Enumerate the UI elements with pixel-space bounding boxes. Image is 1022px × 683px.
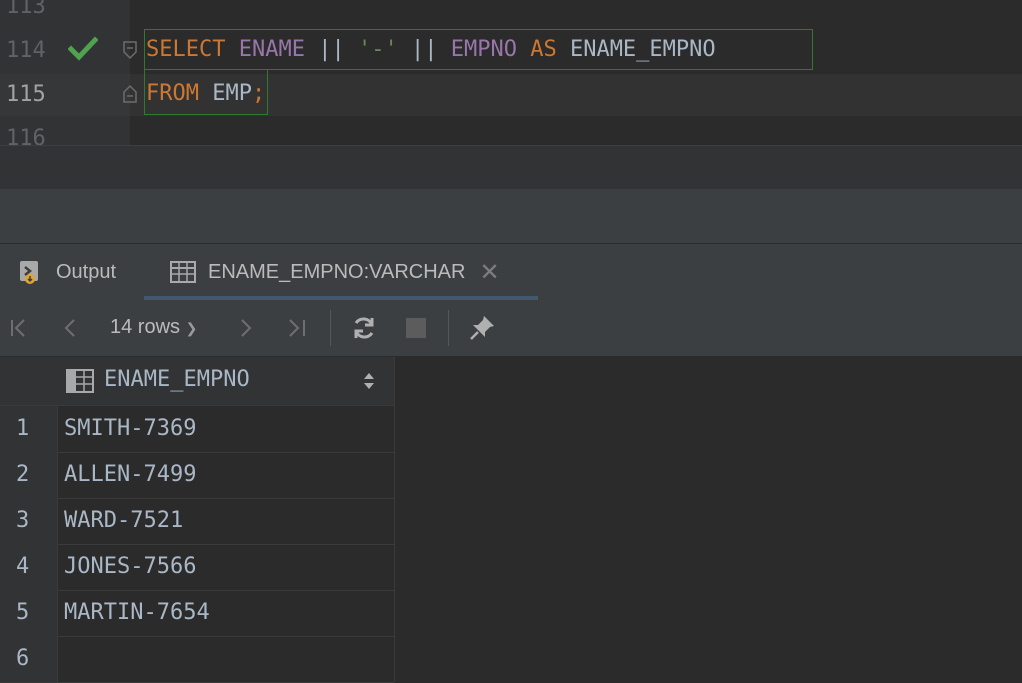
results-toolbar: 14 rows ❯ (0, 300, 1022, 357)
row-number-cell[interactable]: 4 (0, 544, 58, 590)
output-console-icon (20, 261, 38, 284)
table-row[interactable]: 6 (0, 636, 395, 683)
data-cell[interactable]: JONES-7566 (58, 544, 395, 590)
tab-output-label: Output (56, 260, 117, 283)
cell-value: MARTIN-7654 (64, 600, 210, 625)
table-row[interactable]: 1 SMITH-7369 (0, 406, 395, 453)
row-number: 4 (16, 554, 30, 579)
sort-icon[interactable] (362, 371, 376, 391)
column-header-label: ENAME_EMPNO (104, 367, 250, 392)
row-number: 5 (16, 600, 30, 625)
stop-icon[interactable] (402, 314, 430, 342)
table-row[interactable]: 4 JONES-7566 (0, 544, 395, 591)
previous-page-icon[interactable] (56, 314, 84, 342)
row-number-cell[interactable]: 1 (0, 406, 58, 452)
row-count-label: 14 rows (110, 316, 181, 338)
cell-value: WARD-7521 (64, 508, 184, 533)
refresh-icon[interactable] (350, 314, 378, 342)
sql-editor[interactable]: 113 114 115 116 SELECT ENAME || '-' || E… (0, 0, 1022, 145)
result-grid: ENAME_EMPNO 1 SMITH-7369 2 ALLEN-7499 3 … (0, 357, 1022, 683)
line-number: 115 (6, 82, 46, 107)
data-cell[interactable]: SMITH-7369 (58, 406, 395, 452)
checkmark-icon (68, 36, 98, 61)
row-number-cell[interactable]: 2 (0, 452, 58, 498)
statement-highlight-box (144, 70, 268, 115)
line-number: 114 (6, 38, 46, 63)
results-tab-bar: Output ENAME_EMPNO:VARCHAR ✕ (0, 244, 1022, 301)
fold-end-icon[interactable] (122, 84, 138, 104)
toolbar-separator (330, 310, 331, 346)
table-row[interactable]: 5 MARTIN-7654 (0, 590, 395, 637)
row-header-corner[interactable] (0, 357, 59, 406)
row-number: 3 (16, 508, 30, 533)
line-number: 113 (6, 0, 46, 19)
statement-highlight-box (144, 29, 813, 70)
chevron-down-icon: ❯ (185, 320, 198, 336)
table-row[interactable]: 2 ALLEN-7499 (0, 452, 395, 499)
line-number: 116 (6, 126, 46, 145)
last-page-icon[interactable] (282, 314, 310, 342)
row-number-cell[interactable]: 3 (0, 498, 58, 544)
tab-result-label: ENAME_EMPNO:VARCHAR (208, 260, 466, 283)
row-count-dropdown[interactable]: 14 rows ❯ (110, 316, 197, 339)
row-number: 2 (16, 462, 30, 487)
data-cell[interactable]: MARTIN-7654 (58, 590, 395, 636)
row-number: 6 (16, 646, 30, 671)
close-icon[interactable]: ✕ (479, 258, 499, 287)
column-header[interactable]: ENAME_EMPNO (58, 357, 395, 406)
panel-splitter[interactable] (0, 189, 1022, 244)
tab-output[interactable]: Output (18, 244, 116, 300)
cell-value: JONES-7566 (64, 554, 197, 579)
data-cell[interactable]: ALLEN-7499 (58, 452, 395, 498)
cell-value: SMITH-7369 (64, 416, 197, 441)
editor-bottom-strip (0, 145, 1022, 190)
editor-gutter (0, 0, 130, 145)
data-cell[interactable] (58, 636, 395, 682)
table-icon (170, 261, 196, 283)
row-number-cell[interactable]: 6 (0, 636, 58, 682)
pin-icon[interactable] (468, 314, 496, 342)
table-row[interactable]: 3 WARD-7521 (0, 498, 395, 545)
tab-result-set[interactable]: ENAME_EMPNO:VARCHAR ✕ (144, 244, 538, 300)
next-page-icon[interactable] (232, 314, 260, 342)
toolbar-separator (448, 310, 449, 346)
row-number-cell[interactable]: 5 (0, 590, 58, 636)
data-cell[interactable]: WARD-7521 (58, 498, 395, 544)
column-type-icon (66, 369, 94, 393)
fold-start-icon[interactable] (122, 40, 138, 60)
cell-value: ALLEN-7499 (64, 462, 197, 487)
row-number: 1 (16, 416, 30, 441)
first-page-icon[interactable] (6, 314, 34, 342)
